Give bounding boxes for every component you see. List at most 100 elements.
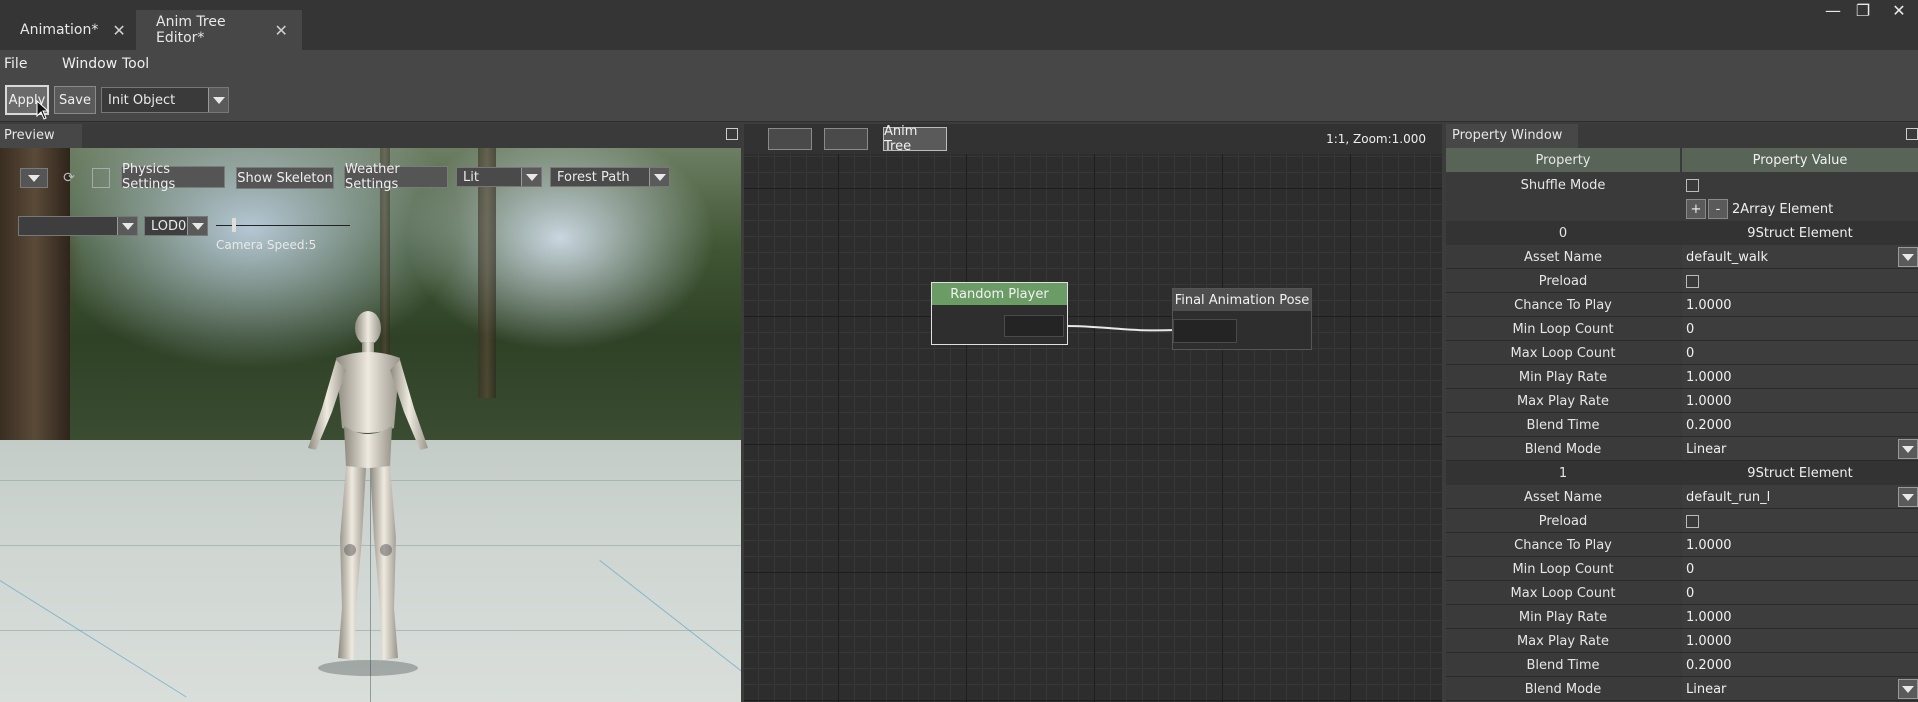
input-pin[interactable]: [1173, 319, 1237, 343]
tab-anim-tree-editor[interactable]: Anim Tree Editor* ✕: [136, 10, 302, 50]
chevron-down-icon[interactable]: [1898, 487, 1918, 507]
preload-checkbox[interactable]: [1686, 514, 1699, 528]
view-menu-button[interactable]: [20, 168, 48, 188]
property-name: Blend Mode: [1524, 681, 1602, 697]
preview-title: Preview: [0, 124, 82, 148]
struct-element-row[interactable]: 0 9Struct Element: [1446, 221, 1918, 245]
preview-viewport[interactable]: ⟳ Physics Settings Show Skeleton Weather…: [0, 148, 741, 702]
shuffle-mode-value: [1682, 173, 1918, 197]
graph-back-button[interactable]: [768, 128, 812, 150]
weather-settings-button[interactable]: Weather Settings: [344, 162, 448, 192]
property-value-text: Linear: [1686, 681, 1727, 697]
lighting-mode-select[interactable]: Lit: [456, 167, 542, 187]
graph-forward-button[interactable]: [824, 128, 868, 150]
camera-speed-slider-handle[interactable]: [232, 218, 236, 232]
property-value[interactable]: 0: [1682, 581, 1918, 605]
property-value[interactable]: 1.0000: [1682, 629, 1918, 653]
property-row: Min Loop Count 0: [1446, 557, 1918, 581]
skeleton-select[interactable]: [18, 216, 138, 236]
menu-file[interactable]: File: [4, 50, 27, 78]
chevron-down-icon[interactable]: [1898, 247, 1918, 267]
undock-icon[interactable]: [726, 128, 738, 140]
lod-select[interactable]: LOD0: [144, 216, 208, 236]
menu-window[interactable]: Window: [62, 50, 117, 78]
save-button[interactable]: Save: [54, 86, 96, 114]
property-value[interactable]: 1.0000: [1682, 293, 1918, 317]
close-window-icon[interactable]: ✕: [1882, 0, 1916, 20]
property-value[interactable]: 0.2000: [1682, 653, 1918, 677]
property-value[interactable]: 1.0000: [1682, 533, 1918, 557]
camera-speed-slider-track[interactable]: [216, 225, 350, 226]
menu-tool[interactable]: Tool: [122, 50, 149, 78]
property-name: Chance To Play: [1514, 297, 1612, 313]
chevron-down-icon: [117, 217, 137, 235]
restore-icon[interactable]: ❐: [1846, 0, 1880, 20]
property-value-text: 1.0000: [1686, 633, 1732, 649]
property-name: Blend Mode: [1524, 441, 1602, 457]
output-pin[interactable]: [1004, 315, 1064, 337]
property-name: Blend Time: [1526, 417, 1600, 433]
property-name: Asset Name: [1523, 249, 1603, 265]
property-value[interactable]: 0: [1682, 341, 1918, 365]
property-row: Chance To Play 1.0000: [1446, 293, 1918, 317]
anim-tree-tab[interactable]: Anim Tree: [883, 124, 947, 154]
struct-element-row[interactable]: 1 9Struct Element: [1446, 461, 1918, 485]
property-name: Preload: [1538, 273, 1588, 289]
property-value[interactable]: 1.0000: [1682, 365, 1918, 389]
property-value[interactable]: 1.0000: [1682, 389, 1918, 413]
property-value-text: 0.2000: [1686, 417, 1732, 433]
add-element-button[interactable]: +: [1686, 199, 1706, 219]
property-value[interactable]: 0.2000: [1682, 413, 1918, 437]
property-column-header: Property: [1446, 148, 1680, 172]
init-object-select[interactable]: Init Object: [101, 87, 229, 113]
property-header-row: Property Property Value: [1446, 148, 1918, 172]
property-row: Asset Name default_walk: [1446, 245, 1918, 269]
property-value[interactable]: 1.0000: [1682, 605, 1918, 629]
cursor-icon: [36, 100, 50, 120]
property-value: [1682, 509, 1918, 533]
property-value-text: 1.0000: [1686, 297, 1732, 313]
environment-select[interactable]: Forest Path: [550, 167, 670, 187]
graph-toolbar: Anim Tree 1:1, Zoom:1.000: [744, 124, 1442, 154]
show-skeleton-button[interactable]: Show Skeleton: [236, 167, 334, 189]
refresh-icon[interactable]: ⟳: [60, 168, 78, 188]
chevron-down-icon[interactable]: [1898, 679, 1918, 699]
physics-settings-button[interactable]: Physics Settings: [121, 162, 225, 192]
environment-value: Forest Path: [557, 169, 630, 185]
property-value[interactable]: 0: [1682, 557, 1918, 581]
minimize-icon[interactable]: —: [1816, 0, 1850, 20]
node-final-animation-pose[interactable]: Final Animation Pose: [1172, 288, 1312, 350]
graph-canvas[interactable]: [744, 154, 1442, 702]
array-label: [1446, 197, 1680, 221]
menu-bar: File Window Tool: [0, 50, 1918, 78]
camera-speed-label: Camera Speed:5: [216, 238, 317, 252]
preload-checkbox[interactable]: [1686, 274, 1699, 288]
property-row: Min Play Rate 1.0000: [1446, 365, 1918, 389]
node-random-player[interactable]: Random Player: [931, 282, 1068, 345]
remove-element-button[interactable]: -: [1708, 199, 1728, 219]
chevron-down-icon: [187, 217, 207, 235]
property-value-text: 1.0000: [1686, 369, 1732, 385]
zoom-info: 1:1, Zoom:1.000: [1326, 132, 1426, 146]
property-name: Max Loop Count: [1510, 585, 1616, 601]
property-value-text: Linear: [1686, 441, 1727, 457]
property-value-text: 0: [1686, 561, 1695, 577]
array-controls: + - 2Array Element: [1682, 197, 1918, 221]
node-title: Random Player: [932, 283, 1067, 305]
property-name: Max Play Rate: [1516, 393, 1610, 409]
shuffle-mode-checkbox[interactable]: [1686, 178, 1699, 192]
chevron-down-icon: [208, 88, 228, 112]
undock-icon[interactable]: [1906, 128, 1918, 140]
chevron-down-icon: [649, 168, 669, 186]
frame-icon[interactable]: [92, 168, 110, 188]
chevron-down-icon[interactable]: [1898, 439, 1918, 459]
property-value-text: 1.0000: [1686, 393, 1732, 409]
close-icon[interactable]: ✕: [274, 21, 288, 40]
property-value: default_walk: [1682, 245, 1918, 269]
shuffle-mode-row: Shuffle Mode: [1446, 173, 1918, 197]
property-value[interactable]: 0: [1682, 317, 1918, 341]
property-row: Asset Name default_run_l: [1446, 485, 1918, 509]
character-mannequin: [308, 311, 428, 676]
close-icon[interactable]: ✕: [112, 21, 125, 40]
tab-animation[interactable]: Animation* ✕: [0, 10, 136, 50]
